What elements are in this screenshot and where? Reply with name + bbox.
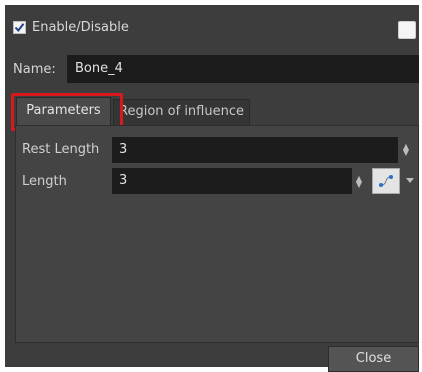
length-label: Length (22, 174, 67, 189)
bone-properties-panel: Enable/Disable Name: Bone_4 Parameters R… (5, 5, 419, 372)
enable-label: Enable/Disable (32, 19, 129, 35)
enable-row[interactable]: Enable/Disable (13, 17, 129, 37)
tab-region-of-influence[interactable]: Region of influence (113, 99, 250, 125)
enable-checkbox[interactable] (13, 20, 26, 34)
name-field[interactable]: Bone_4 (67, 55, 419, 83)
rest-length-label: Rest Length (22, 142, 100, 157)
name-label: Name: (13, 62, 56, 77)
length-field[interactable]: 3 (112, 168, 352, 194)
close-button[interactable]: Close (328, 346, 419, 372)
chevron-down-icon[interactable] (406, 178, 414, 183)
function-curve-icon (379, 175, 393, 187)
color-swatch-box[interactable] (398, 21, 416, 39)
tab-parameters[interactable]: Parameters (16, 97, 111, 125)
function-curve-button[interactable] (372, 168, 400, 194)
checkmark-icon (14, 22, 25, 32)
rest-length-field[interactable]: 3 (112, 137, 398, 163)
spin-arrows-icon[interactable]: ▲ ▼ (402, 143, 410, 157)
spin-arrows-icon[interactable]: ▲ ▼ (355, 175, 363, 189)
parameters-content: Rest Length 3 ▲ ▼ Length 3 ▲ ▼ (15, 125, 419, 343)
